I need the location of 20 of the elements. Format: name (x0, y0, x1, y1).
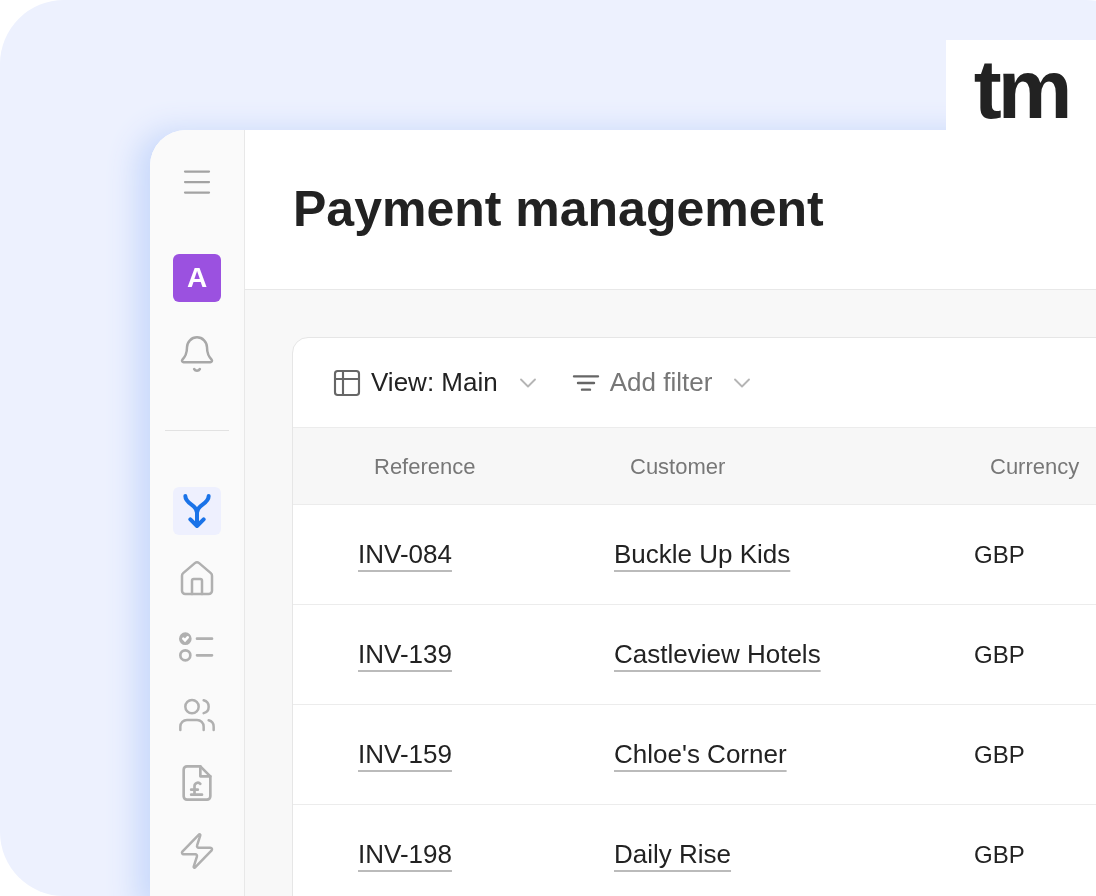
customer-link[interactable]: Daily Rise (614, 839, 732, 869)
reference-link[interactable]: INV-139 (358, 639, 452, 669)
currency-cell-text: GBP (974, 539, 1026, 570)
reference-link[interactable]: INV-198 (358, 839, 452, 869)
customer-link[interactable]: Buckle Up Kids (614, 539, 791, 569)
avatar[interactable]: A (173, 254, 221, 302)
column-header: Currency (990, 453, 1080, 479)
column-header: Customer (630, 453, 726, 479)
customer-link[interactable]: Castleview Hotels (614, 639, 821, 669)
reference-link[interactable]: INV-084 (358, 539, 452, 569)
currency-cell-text: GBP (974, 639, 1026, 670)
reference-link[interactable]: INV-159 (358, 739, 452, 769)
currency-cell-text: GBP (974, 739, 1026, 770)
view-dropdown[interactable]: View: Main (331, 363, 542, 402)
add-filter-dropdown[interactable]: Add filter (569, 363, 757, 402)
page-title: Payment management (293, 180, 824, 239)
column-header: Reference (374, 453, 476, 479)
customer-link[interactable]: Chloe's Corner (614, 739, 787, 769)
sidebar-nav-item[interactable] (173, 487, 221, 535)
currency-cell-text: GBP (974, 839, 1026, 870)
